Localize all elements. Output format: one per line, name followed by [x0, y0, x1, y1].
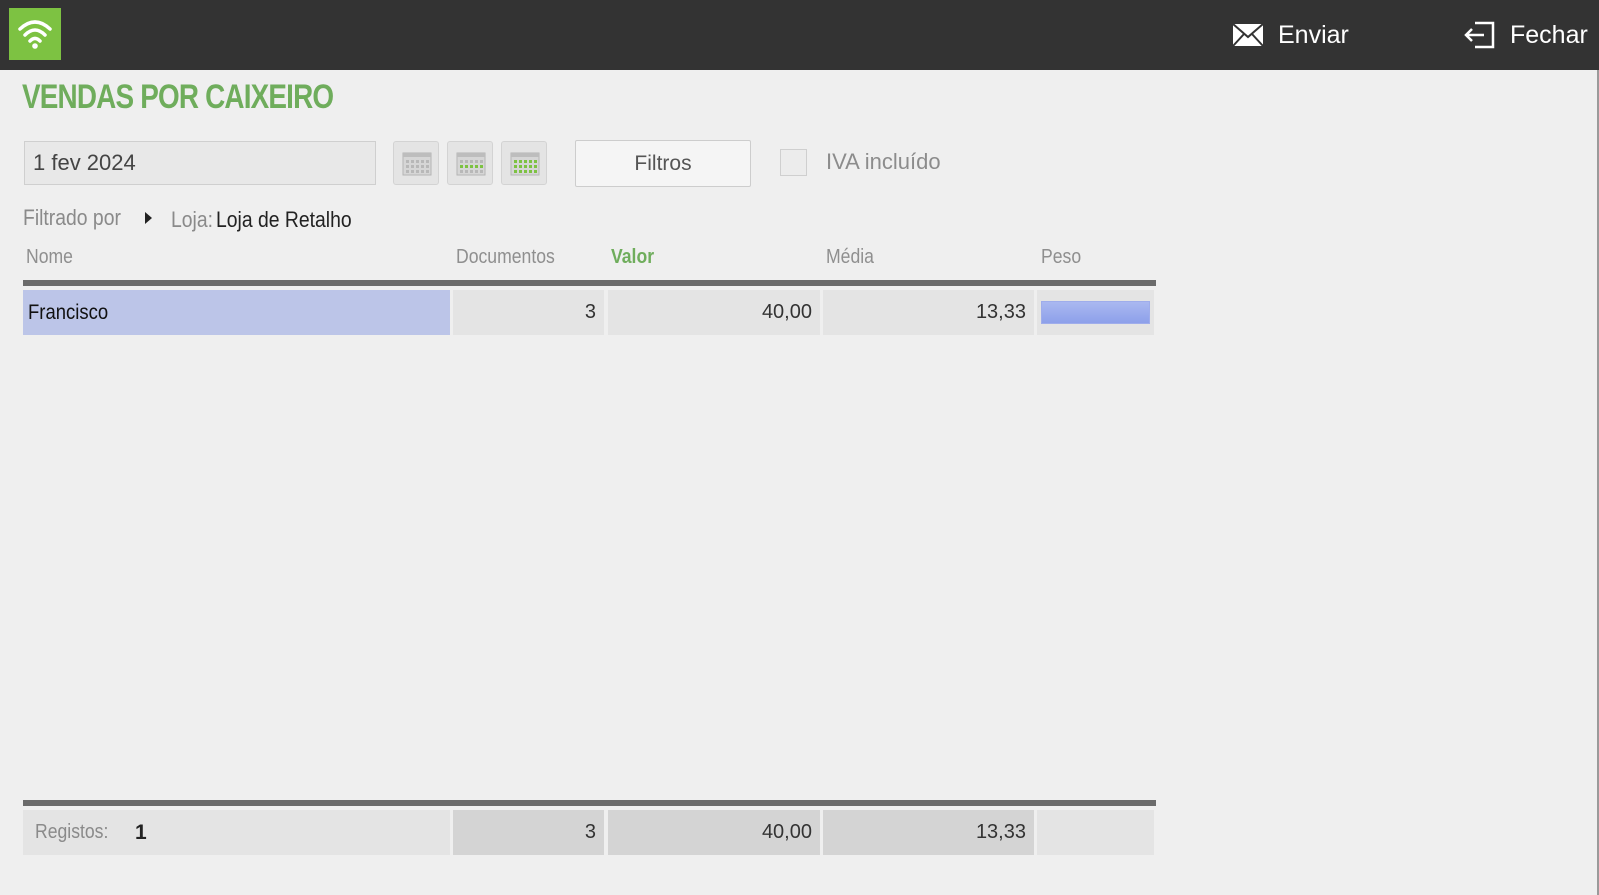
footer-records-cell: Registos: 1 — [23, 810, 450, 855]
column-header-weight[interactable]: Peso — [1041, 246, 1087, 269]
week-calendar-button[interactable] — [447, 141, 493, 185]
column-header-average-label: Média — [826, 246, 874, 268]
header-divider — [23, 280, 1156, 286]
caret-right-icon[interactable] — [145, 212, 152, 224]
weight-bar — [1041, 301, 1150, 324]
calendar-month-icon — [510, 152, 540, 176]
store-filter-value: Loja de Retalho — [216, 207, 352, 232]
filtered-by-text: Filtrado por — [23, 205, 121, 230]
envelope-icon — [1232, 23, 1264, 47]
records-count: 1 — [135, 821, 147, 844]
footer-documents-total: 3 — [453, 810, 604, 855]
footer-average-total: 13,33 — [823, 810, 1034, 855]
close-label: Fechar — [1510, 20, 1588, 49]
column-header-documents[interactable]: Documentos — [456, 246, 568, 269]
calendar-day-icon — [402, 152, 432, 176]
exit-icon — [1464, 21, 1495, 49]
row-documents-cell: 3 — [453, 290, 604, 335]
page-title: VENDAS POR CAIXEIRO — [22, 78, 334, 116]
month-calendar-button[interactable] — [501, 141, 547, 185]
column-header-name[interactable]: Nome — [26, 246, 79, 269]
row-name-text: Francisco — [28, 301, 109, 324]
filtered-by-label: Filtrado por — [23, 205, 134, 231]
row-value-cell: 40,00 — [608, 290, 820, 335]
date-input[interactable] — [24, 141, 376, 185]
footer-divider — [23, 800, 1156, 806]
column-header-name-label: Nome — [26, 246, 73, 268]
row-average-cell: 13,33 — [823, 290, 1034, 335]
close-button[interactable]: Fechar — [1462, 18, 1588, 52]
send-label: Enviar — [1278, 20, 1349, 49]
footer-weight-cell — [1037, 810, 1154, 855]
column-header-value[interactable]: Valor — [611, 246, 660, 269]
column-header-weight-label: Peso — [1041, 246, 1082, 268]
column-header-documents-label: Documentos — [456, 246, 555, 268]
column-header-value-label: Valor — [611, 246, 655, 268]
top-bar: Enviar Fechar — [0, 0, 1599, 70]
row-weight-cell — [1037, 290, 1154, 335]
send-button[interactable]: Enviar — [1232, 18, 1349, 52]
column-header-average[interactable]: Média — [826, 246, 880, 269]
records-label: Registos: — [35, 821, 109, 843]
wifi-icon[interactable] — [9, 8, 61, 60]
row-name-cell[interactable]: Francisco — [23, 290, 450, 335]
day-calendar-button[interactable] — [393, 141, 439, 185]
store-filter-key: Loja: — [171, 207, 213, 232]
vat-included-checkbox[interactable] — [780, 149, 807, 176]
footer-value-total: 40,00 — [608, 810, 820, 855]
filters-button[interactable]: Filtros — [575, 140, 751, 187]
calendar-week-icon — [456, 152, 486, 176]
vat-included-label: IVA incluído — [826, 149, 941, 174]
